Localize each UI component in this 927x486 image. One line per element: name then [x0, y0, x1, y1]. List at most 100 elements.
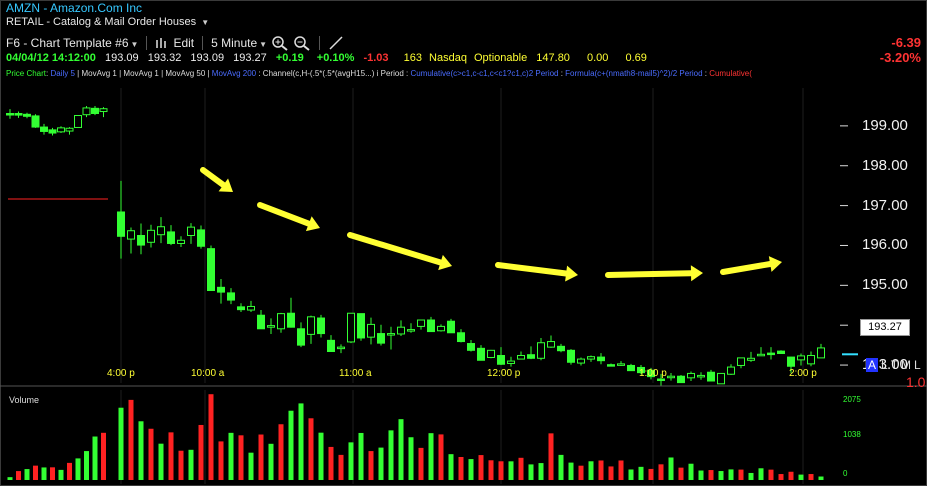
volume-bar: [228, 432, 234, 480]
candle-body: [747, 357, 755, 361]
candle-body: [277, 313, 285, 330]
panel-button-l[interactable]: L: [881, 358, 888, 372]
volume-bar: [538, 463, 544, 480]
candle-body: [537, 342, 545, 359]
annotation-arrow[interactable]: [720, 256, 782, 275]
volume-bar: [438, 434, 444, 480]
candle-body: [427, 319, 435, 333]
volume-bar: [248, 452, 254, 480]
annotation-arrow[interactable]: [347, 232, 452, 271]
volume-bar: [128, 399, 134, 480]
candle-body: [717, 372, 725, 385]
panel-button-t[interactable]: T: [891, 358, 898, 372]
panel-button-m[interactable]: M: [901, 358, 911, 372]
volume-bar: [568, 462, 574, 480]
volume-bar: [268, 443, 274, 480]
volume-bar: [238, 435, 244, 480]
candle-body: [237, 306, 245, 311]
candle-body: [207, 248, 215, 292]
candle-body: [627, 364, 635, 372]
volume-bar: [348, 442, 354, 480]
candle-body: [557, 345, 565, 352]
candle-body: [127, 230, 135, 240]
volume-bar: [698, 470, 704, 480]
candle-body: [757, 353, 765, 357]
candle-body: [667, 375, 675, 379]
price-axis-label: 197.00: [862, 196, 908, 214]
candle-body: [157, 226, 165, 236]
candle-body: [497, 354, 505, 365]
volume-bar: [448, 454, 454, 480]
candle-body: [31, 115, 40, 128]
volume-bar: [92, 436, 98, 480]
volume-bar: [378, 447, 384, 480]
volume-bar: [208, 394, 214, 480]
candle-body: [337, 346, 345, 350]
price-chart[interactable]: [0, 0, 927, 486]
candle-body: [367, 323, 375, 338]
candle-body: [257, 314, 265, 330]
candle-body: [447, 320, 455, 334]
candle-body: [327, 339, 335, 353]
candle-body: [74, 115, 82, 128]
volume-bar: [198, 424, 204, 480]
volume-axis-mid: 1038: [843, 430, 861, 439]
volume-bar: [658, 464, 664, 480]
volume-bar: [608, 466, 614, 480]
volume-bar: [518, 457, 524, 480]
volume-bar: [808, 474, 814, 480]
volume-bar: [16, 471, 21, 480]
scale-value: 1.0: [906, 374, 926, 390]
candle-body: [687, 372, 695, 379]
volume-bar: [50, 467, 55, 480]
candle-body: [377, 333, 385, 344]
volume-bar: [558, 454, 564, 480]
candle-body: [517, 354, 525, 360]
volume-bar: [118, 407, 124, 480]
candle-body: [317, 317, 325, 335]
volume-bar: [188, 449, 194, 480]
volume-bar: [368, 451, 374, 480]
candle-body: [567, 349, 575, 363]
candle-body: [807, 354, 815, 365]
candle-body: [347, 312, 355, 343]
volume-bar: [358, 432, 364, 480]
candle-body: [767, 352, 775, 356]
candle-body: [297, 328, 305, 346]
volume-bar: [728, 469, 734, 480]
candle-body: [247, 305, 255, 311]
candle-body: [99, 108, 108, 113]
candle-body: [307, 316, 315, 335]
volume-bar: [138, 421, 144, 480]
panel-button-a[interactable]: A: [866, 358, 879, 372]
candle-body: [797, 355, 805, 361]
annotation-arrow[interactable]: [257, 202, 320, 232]
volume-bar: [718, 471, 724, 480]
time-axis-label: 2:00 p: [789, 368, 817, 379]
candle-body: [6, 113, 14, 116]
time-axis-label: 11:00 a: [339, 368, 372, 379]
time-axis-label: 1:00 p: [639, 368, 667, 379]
candle-body: [48, 129, 57, 134]
volume-axis-max: 2075: [843, 395, 861, 404]
volume-bar: [648, 468, 654, 480]
volume-bar: [738, 469, 744, 480]
volume-bar: [288, 410, 294, 480]
volume-bar: [328, 446, 334, 480]
annotation-arrow[interactable]: [605, 265, 703, 282]
price-axis-label: 199.00: [862, 116, 908, 134]
annotation-arrow[interactable]: [495, 262, 578, 282]
volume-bar: [148, 428, 154, 480]
candle-body: [467, 343, 475, 351]
candle-body: [577, 358, 585, 364]
candle-body: [487, 349, 495, 358]
candle-body: [597, 356, 605, 362]
volume-bar: [258, 434, 264, 480]
candle-body: [137, 235, 145, 246]
volume-title: Volume: [9, 395, 40, 405]
panel-button-l2[interactable]: L: [914, 358, 921, 372]
candle-body: [477, 347, 485, 361]
last-price-tag: 193.27: [860, 319, 910, 336]
annotation-arrow[interactable]: [200, 167, 233, 192]
volume-bar: [338, 454, 344, 480]
